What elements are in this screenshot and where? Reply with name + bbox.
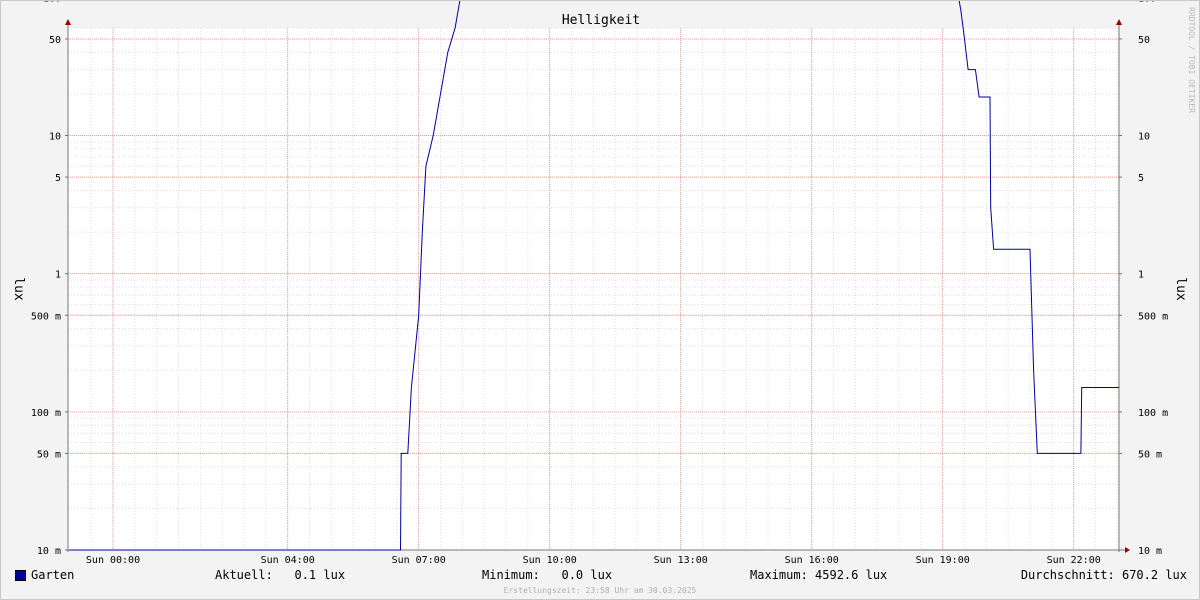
x-tick-label: Sun 19:00 <box>916 555 970 566</box>
y-tick-label-right: 1 <box>1138 270 1144 281</box>
stat-current: Aktuell: 0.1 lux <box>215 568 346 582</box>
x-tick-label: Sun 07:00 <box>392 555 446 566</box>
x-tick-label: Sun 13:00 <box>654 555 708 566</box>
rrdtool-watermark: RRDTOOL / TOBI OETIKER <box>1187 7 1196 113</box>
y-tick-label-right: 500 m <box>1138 311 1168 322</box>
y-tick-label-right: 5 <box>1138 173 1144 184</box>
y-axis-label-left: lux <box>11 277 26 301</box>
x-tick-label: Sun 00:00 <box>86 555 140 566</box>
y-tick-label-right: 100 <box>1138 1 1156 4</box>
y-axis-arrow-right <box>1116 19 1122 25</box>
y-tick-label-left: 10 <box>49 132 61 143</box>
y-tick-label-right: 10 m <box>1138 546 1162 557</box>
creation-time-footer: Erstellungszeit: 23:58 Uhr am 30.03.2025 <box>503 586 697 595</box>
y-axis-arrow-left <box>65 19 71 25</box>
y-tick-label-left: 50 <box>49 35 61 46</box>
stat-average: Durchschnitt: 670.2 lux <box>1020 568 1187 582</box>
y-tick-label-left: 500 m <box>31 311 61 322</box>
x-tick-label: Sun 04:00 <box>261 555 315 566</box>
y-tick-label-left: 100 <box>43 1 61 4</box>
x-axis-arrow <box>1125 547 1130 553</box>
y-axis-label-right: lux <box>1173 277 1188 301</box>
legend-row: Garten Aktuell: 0.1 lux Minimum: 0.0 lux… <box>15 568 1187 584</box>
y-tick-label-right: 100 m <box>1138 408 1168 419</box>
chart-frame: 10 m 10 m 50 m 50 m 100 m 100 m 500 m 500 m 1 1 5 5… <box>0 0 1200 600</box>
legend-series-name: Garten <box>31 568 75 582</box>
x-tick-label: Sun 16:00 <box>785 555 839 566</box>
chart-title: Helligkeit <box>562 13 640 28</box>
y-tick-label-right: 50 <box>1138 35 1150 46</box>
y-tick-label-left: 100 m <box>31 408 61 419</box>
y-tick-label-left: 1 <box>55 270 61 281</box>
y-tick-label-left: 10 m <box>37 546 61 557</box>
y-tick-label-left: 5 <box>55 173 61 184</box>
y-tick-label-right: 10 <box>1138 132 1150 143</box>
stat-minimum: Minimum: 0.0 lux <box>482 568 613 582</box>
stat-maximum: Maximum: 4592.6 lux <box>750 568 888 582</box>
x-tick-label: Sun 10:00 <box>523 555 577 566</box>
legend-swatch-garten <box>15 570 26 581</box>
x-tick-label: Sun 22:00 <box>1047 555 1101 566</box>
y-tick-label-right: 50 m <box>1138 449 1162 460</box>
y-tick-label-left: 50 m <box>37 449 61 460</box>
brightness-chart: 10 m 10 m 50 m 50 m 100 m 100 m 500 m 500 m 1 1 5 5… <box>11 1 1188 566</box>
